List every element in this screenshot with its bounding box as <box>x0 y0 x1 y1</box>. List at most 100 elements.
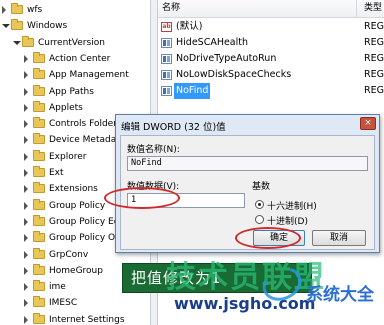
collapsed-arrow-icon[interactable] <box>24 217 28 226</box>
tree-item-label: Controls Folder <box>49 119 117 130</box>
dialog-title: 编辑 DWORD (32 位)值 <box>121 122 226 133</box>
tree-item-label: Windows <box>27 21 68 32</box>
string-value-icon: ab <box>161 22 172 32</box>
column-header-type[interactable]: 类型 <box>364 0 382 17</box>
folder-icon <box>11 19 23 31</box>
column-separator[interactable] <box>356 0 357 17</box>
column-header-name[interactable]: 名称 <box>162 0 180 17</box>
expanded-arrow-icon[interactable] <box>13 40 21 45</box>
collapsed-arrow-icon[interactable] <box>24 299 28 308</box>
tree-item-label: IMESC <box>49 298 78 309</box>
collapsed-arrow-icon[interactable] <box>24 87 28 96</box>
value-type: REG_DWO <box>364 37 384 48</box>
close-button[interactable]: × <box>360 117 376 130</box>
folder-icon <box>33 312 45 324</box>
binary-value-icon <box>161 70 172 80</box>
dec-radio-label[interactable]: 十进制(D) <box>267 214 308 227</box>
folder-icon <box>33 214 45 226</box>
collapsed-arrow-icon[interactable] <box>24 136 28 145</box>
expanded-arrow-icon[interactable] <box>2 24 10 29</box>
value-name: (默认) <box>176 21 203 32</box>
cancel-button[interactable]: 取消 <box>312 230 366 246</box>
value-name: HideSCAHealth <box>176 37 249 48</box>
tree-item-label: CurrentVersion <box>38 37 105 48</box>
collapsed-arrow-icon[interactable] <box>24 54 28 63</box>
folder-icon <box>33 231 45 243</box>
folder-icon <box>33 263 45 275</box>
tree-item-label: GrpConv <box>49 249 89 260</box>
tree-item-label: Group Policy O <box>49 233 116 244</box>
value-type: REG_DWO <box>364 53 384 64</box>
ok-button[interactable]: 确定 <box>253 230 305 246</box>
collapsed-arrow-icon[interactable] <box>24 103 28 112</box>
value-type: REG_DWO <box>364 85 384 96</box>
collapsed-arrow-icon[interactable] <box>24 185 28 194</box>
folder-icon <box>33 100 45 112</box>
folder-icon <box>33 247 45 259</box>
list-item[interactable]: NoLowDiskSpaceChecks REG_DWO <box>158 67 384 83</box>
tree-item-label: Group Policy Ed <box>49 216 120 227</box>
list-item[interactable]: NoFind REG_DWO <box>158 83 384 99</box>
binary-value-icon <box>161 54 172 64</box>
value-data-label: 数值数据(V): <box>127 182 180 192</box>
watermark-brand: 系统大全 <box>306 285 374 305</box>
dialog-body: 数值名称(N): NoFind 数值数据(V): 1 基数 十六进制(H) 十进… <box>120 135 375 250</box>
tree-item-label: ime <box>49 282 66 293</box>
collapsed-arrow-icon[interactable] <box>24 120 28 129</box>
collapsed-arrow-icon[interactable] <box>2 6 6 14</box>
folder-icon <box>33 166 45 177</box>
folder-icon <box>33 133 45 145</box>
edit-dword-dialog: 编辑 DWORD (32 位)值 × 数值名称(N): NoFind 数值数据(… <box>115 114 380 253</box>
hex-radio-label[interactable]: 十六进制(H) <box>267 199 317 212</box>
tree-item-label: Action Center <box>49 53 111 64</box>
hex-radio[interactable] <box>255 200 264 209</box>
collapsed-arrow-icon[interactable] <box>24 283 28 292</box>
collapsed-arrow-icon[interactable] <box>24 315 28 324</box>
value-name: NoDriveTypeAutoRun <box>176 53 277 64</box>
tree-item-label: Internet Settings <box>49 314 125 325</box>
value-name: NoFind <box>174 83 211 99</box>
folder-icon <box>33 117 45 129</box>
list-item[interactable]: NoDriveTypeAutoRun REG_DWO <box>158 51 384 67</box>
folder-icon <box>33 68 45 80</box>
tree-item-label: HomeGroup <box>49 265 103 276</box>
tree-item-label: Device Metadata <box>49 135 126 146</box>
list-header: 名称 类型 <box>158 0 384 18</box>
value-data-field[interactable]: 1 <box>127 193 245 208</box>
tree-item-label: Group Policy <box>49 200 106 211</box>
folder-icon <box>33 198 45 210</box>
collapsed-arrow-icon[interactable] <box>24 266 28 275</box>
collapsed-arrow-icon[interactable] <box>24 201 28 210</box>
folder-icon <box>33 280 45 292</box>
tree-item-label: Extensions <box>49 184 98 195</box>
value-type: REG_DWO <box>364 69 384 80</box>
folder-icon <box>11 3 23 14</box>
list-item[interactable]: HideSCAHealth REG_DWO <box>158 35 384 51</box>
folder-icon <box>33 84 45 96</box>
collapsed-arrow-icon[interactable] <box>24 234 28 243</box>
collapsed-arrow-icon[interactable] <box>24 169 28 177</box>
watermark-url: www.jsgho.com <box>174 294 316 313</box>
folder-icon <box>33 51 45 63</box>
binary-value-icon <box>161 86 172 96</box>
folder-icon <box>22 35 34 47</box>
list-item[interactable]: ab (默认) REG_SZ <box>158 19 384 35</box>
binary-value-icon <box>161 38 172 48</box>
tree-item-label: Explorer <box>49 151 87 162</box>
folder-icon <box>33 149 45 161</box>
folder-icon <box>33 296 45 308</box>
value-name-label: 数值名称(N): <box>127 145 180 155</box>
tree-item-label: Applets <box>49 102 83 113</box>
tree-item-label: Ext <box>49 168 64 178</box>
collapsed-arrow-icon[interactable] <box>24 71 28 80</box>
value-name-field[interactable]: NoFind <box>127 156 368 171</box>
base-label: 基数 <box>252 182 271 192</box>
folder-icon <box>33 182 45 194</box>
collapsed-arrow-icon[interactable] <box>24 250 28 259</box>
watermark-title: 技术员联盟 <box>166 260 326 295</box>
dec-radio[interactable] <box>255 215 264 224</box>
tree-item-label: wfs <box>27 5 43 15</box>
value-name: NoLowDiskSpaceChecks <box>176 69 292 80</box>
collapsed-arrow-icon[interactable] <box>24 152 28 161</box>
tree-item-label: App Management <box>49 70 129 81</box>
